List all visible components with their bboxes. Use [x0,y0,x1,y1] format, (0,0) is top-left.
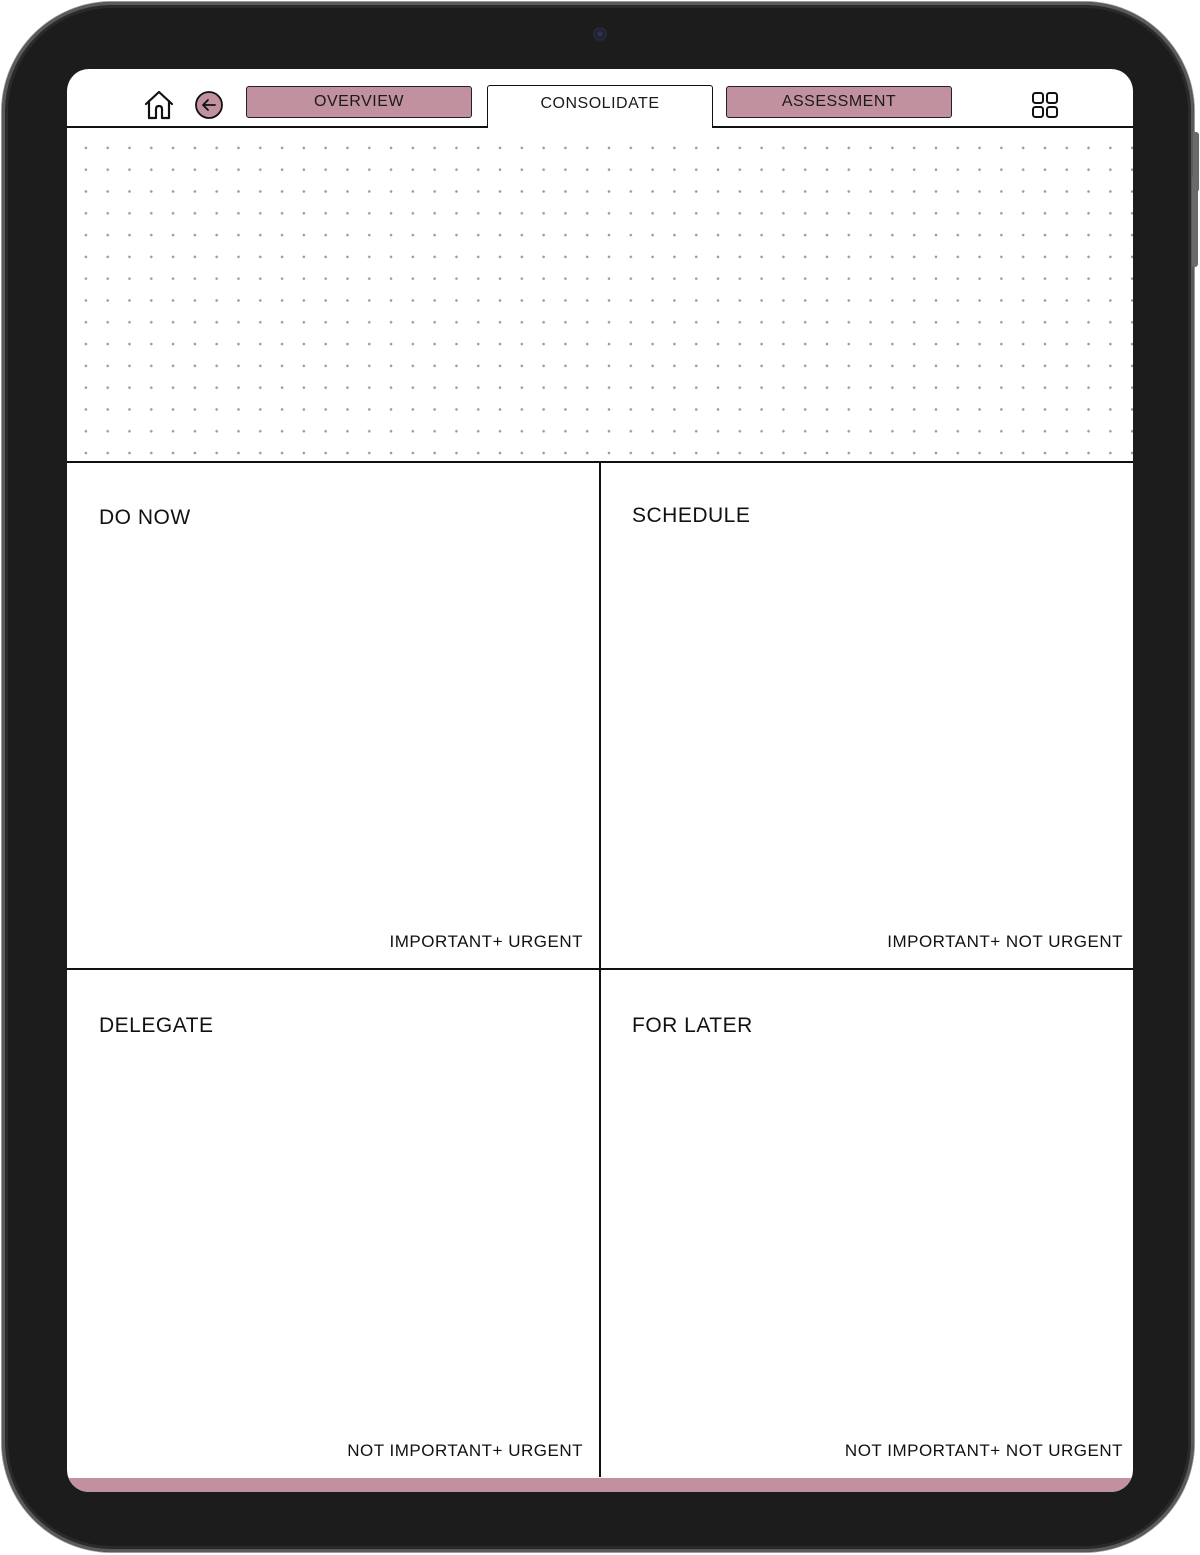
quadrant-do-now[interactable]: DO NOW IMPORTANT+ URGENT [67,462,599,968]
front-camera [593,27,607,41]
top-navigation: OVERVIEW CONSOLIDATE ASSESSMENT [67,69,1133,129]
quadrant-delegate[interactable]: DELEGATE NOT IMPORTANT+ URGENT [67,970,599,1478]
grid-icon[interactable] [1030,90,1060,120]
tablet-frame: OVERVIEW CONSOLIDATE ASSESSMENT DO NOW I… [2,2,1199,1552]
quadrant-subtitle: IMPORTANT+ NOT URGENT [887,932,1123,951]
tab-consolidate[interactable]: CONSOLIDATE [487,85,713,128]
quadrant-subtitle: NOT IMPORTANT+ NOT URGENT [844,1441,1123,1460]
tab-assessment[interactable]: ASSESSMENT [726,86,952,118]
quadrant-title: DO NOW [99,506,191,529]
quadrant-title: FOR LATER [632,1014,753,1037]
quadrant-schedule[interactable]: SCHEDULE IMPORTANT+ NOT URGENT [600,462,1133,968]
volume-button [1192,177,1198,267]
quadrant-title: DELEGATE [99,1014,214,1037]
dot-grid-notes-area[interactable] [67,129,1133,461]
quadrant-subtitle: NOT IMPORTANT+ URGENT [347,1441,583,1460]
arrow-left-circle-icon[interactable] [194,90,224,120]
home-icon[interactable] [142,88,176,122]
bottom-accent-bar [67,1478,1133,1492]
planner-screen: OVERVIEW CONSOLIDATE ASSESSMENT DO NOW I… [67,69,1133,1492]
quadrant-subtitle: IMPORTANT+ URGENT [389,932,583,951]
quadrant-for-later[interactable]: FOR LATER NOT IMPORTANT+ NOT URGENT [600,970,1133,1478]
tab-overview[interactable]: OVERVIEW [246,86,472,118]
quadrant-title: SCHEDULE [632,504,751,527]
